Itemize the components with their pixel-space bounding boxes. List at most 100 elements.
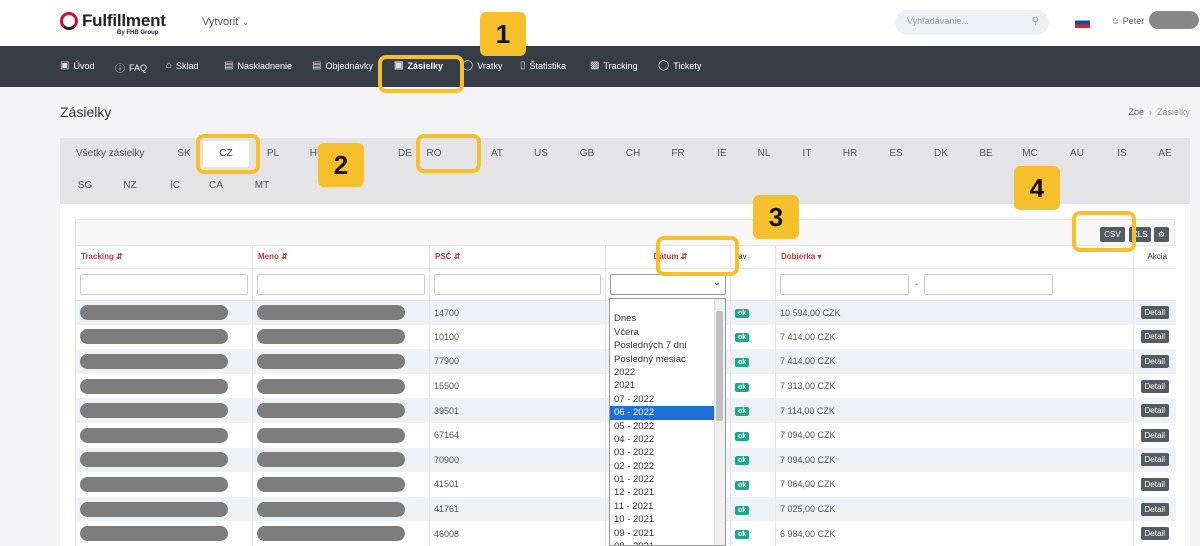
dropdown-option[interactable]: 08 - 2021: [610, 540, 714, 545]
gear-icon[interactable]: ⚙: [1154, 227, 1169, 242]
dropdown-option[interactable]: 09 - 2021: [610, 527, 714, 540]
search-icon[interactable]: ⚲: [1032, 16, 1039, 27]
tab-is[interactable]: IS: [1108, 144, 1136, 164]
dropdown-option[interactable]: 10 - 2021: [610, 513, 714, 526]
tab-sk[interactable]: SK: [170, 144, 198, 164]
tab-nz[interactable]: NZ: [121, 176, 139, 196]
tracking-cell[interactable]: [75, 373, 253, 399]
dropdown-option[interactable]: Včera: [610, 326, 714, 339]
dropdown-scrollbar[interactable]: [714, 299, 725, 545]
nav-item-uvod[interactable]: ▣ Úvod: [60, 60, 94, 71]
dobierka-min-input[interactable]: [780, 273, 909, 295]
detail-button[interactable]: Detail: [1140, 330, 1169, 344]
tab-gb[interactable]: GB: [573, 144, 601, 164]
tracking-cell[interactable]: [75, 496, 253, 522]
detail-button[interactable]: Detail: [1140, 477, 1169, 491]
tab-pl[interactable]: PL: [259, 144, 287, 164]
tab-all[interactable]: Všetky zásielky: [76, 144, 146, 164]
tab-ca[interactable]: CA: [207, 176, 225, 196]
tracking-cell[interactable]: [75, 447, 253, 473]
nav-item-sklad[interactable]: ⌂ Sklad: [166, 60, 199, 71]
detail-button[interactable]: Detail: [1140, 428, 1169, 442]
tab-au[interactable]: AU: [1063, 144, 1091, 164]
tracking-cell[interactable]: [75, 521, 253, 546]
dropdown-option[interactable]: 11 - 2021: [610, 500, 714, 513]
col-meno[interactable]: Meno ⇵: [252, 246, 430, 269]
dropdown-option[interactable]: Posledný mesiac: [610, 353, 714, 366]
dropdown-option[interactable]: 01 - 2022: [610, 473, 714, 486]
tab-de[interactable]: DE: [391, 144, 419, 164]
detail-button[interactable]: Detail: [1140, 453, 1169, 467]
akcia-cell: Detail: [1133, 472, 1176, 497]
detail-button[interactable]: Detail: [1140, 527, 1169, 541]
tab-ie[interactable]: IE: [708, 144, 736, 164]
tracking-cell[interactable]: [75, 324, 253, 350]
user-menu[interactable]: ☺ Peter: [1111, 16, 1144, 26]
language-flag-icon[interactable]: [1075, 17, 1090, 28]
nav-item-tracking[interactable]: ▩ Tracking: [590, 60, 638, 71]
dropdown-option[interactable]: 02 - 2022: [610, 460, 714, 473]
tracking-cell[interactable]: [75, 398, 253, 423]
date-dropdown-list[interactable]: Dnes Včera Posledných 7 dní Posledný mesiac…: [609, 298, 726, 546]
dropdown-option[interactable]: 12 - 2021: [610, 486, 714, 499]
col-psc[interactable]: PSČ ⇵: [429, 246, 606, 269]
nav-item-tickety[interactable]: ◯ Tickety: [658, 60, 701, 71]
tab-it[interactable]: IT: [793, 144, 821, 164]
tracking-cell[interactable]: [75, 472, 253, 497]
tab-ch[interactable]: CH: [619, 144, 647, 164]
dropdown-option[interactable]: [610, 299, 714, 312]
nav-item-objednavky[interactable]: ▤ Objednávky: [312, 60, 373, 71]
search-input[interactable]: Vyhľadávanie... ⚲: [895, 10, 1049, 35]
redacted-name: [257, 329, 405, 345]
col-tracking[interactable]: Tracking ⇵: [75, 246, 253, 269]
dropdown-option[interactable]: 05 - 2022: [610, 420, 714, 433]
detail-button[interactable]: Detail: [1140, 404, 1169, 418]
dropdown-option[interactable]: 04 - 2022: [610, 433, 714, 446]
tab-dk[interactable]: DK: [927, 144, 955, 164]
dropdown-option[interactable]: 2021: [610, 379, 714, 392]
scrollbar-thumb[interactable]: [716, 311, 723, 421]
detail-button[interactable]: Detail: [1140, 502, 1169, 516]
psc-filter-input[interactable]: [434, 273, 601, 295]
avatar[interactable]: [1149, 11, 1199, 29]
dropdown-option[interactable]: 2022: [610, 366, 714, 379]
detail-button[interactable]: Detail: [1140, 306, 1169, 320]
logo[interactable]: Fulfillment: [60, 11, 166, 31]
dobierka-max-input[interactable]: [924, 273, 1054, 295]
tab-us[interactable]: US: [527, 144, 555, 164]
detail-button[interactable]: Detail: [1140, 379, 1169, 393]
dropdown-option[interactable]: Posledných 7 dní: [610, 339, 714, 352]
dropdown-option[interactable]: Dnes: [610, 312, 714, 325]
dropdown-option[interactable]: 06 - 2022: [610, 406, 714, 420]
tab-mt[interactable]: MT: [253, 176, 271, 196]
dropdown-option[interactable]: 07 - 2022: [610, 393, 714, 406]
tab-fr[interactable]: FR: [664, 144, 692, 164]
dobierka-cell: 7 064,00 CZK: [775, 472, 1134, 497]
tab-ic[interactable]: IC: [166, 176, 184, 196]
nav-item-statistika[interactable]: ▯ Štatistika: [520, 60, 566, 71]
breadcrumb-home[interactable]: Zoe: [1128, 107, 1144, 117]
tab-be[interactable]: BE: [972, 144, 1000, 164]
tracking-cell[interactable]: [75, 422, 253, 448]
tab-ae[interactable]: AE: [1151, 144, 1179, 164]
meno-filter-input[interactable]: [257, 273, 425, 295]
tab-at[interactable]: AT: [483, 144, 511, 164]
nav-item-faq[interactable]: ⓘ FAQ: [115, 60, 147, 76]
tracking-cell[interactable]: [75, 300, 253, 325]
tab-mc[interactable]: MC: [1016, 144, 1044, 164]
nav-label: Úvod: [73, 60, 95, 71]
monitor-icon: ▣: [60, 60, 70, 71]
detail-button[interactable]: Detail: [1140, 354, 1169, 368]
nav-item-naskladnenie[interactable]: ▤ Naskladnenie: [224, 60, 292, 71]
tracking-cell[interactable]: [75, 349, 253, 374]
dropdown-option[interactable]: 03 - 2022: [610, 446, 714, 459]
tracking-filter-input[interactable]: [80, 273, 248, 295]
tab-hr[interactable]: HR: [836, 144, 864, 164]
tab-nl[interactable]: NL: [750, 144, 778, 164]
date-filter-select[interactable]: ⌄: [610, 273, 726, 295]
tab-sg[interactable]: SG: [76, 176, 94, 196]
nav-item-vratky[interactable]: ◯ Vratky: [462, 60, 502, 71]
tab-es[interactable]: ES: [882, 144, 910, 164]
create-menu[interactable]: Vytvoriť ⌄: [202, 16, 249, 28]
redacted-name: [257, 476, 405, 492]
